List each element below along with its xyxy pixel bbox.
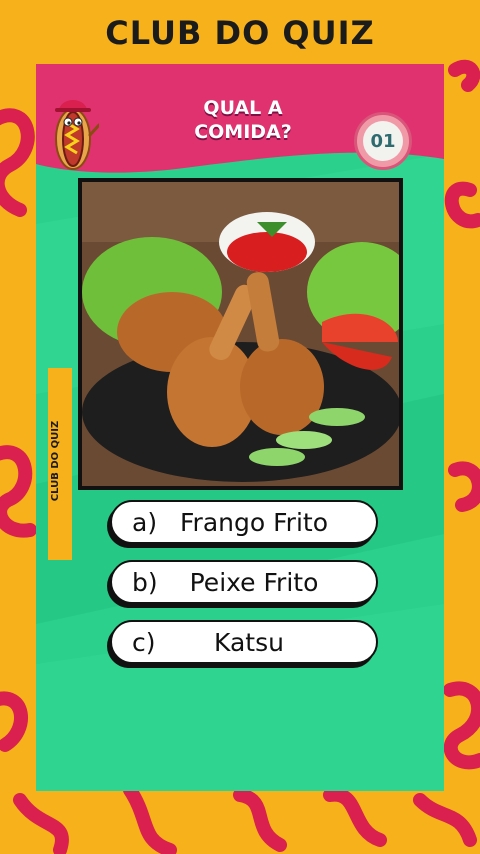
question-line-1: QUAL A [203,97,283,119]
answer-text: Katsu [214,627,284,657]
brand-title: CLUB DO QUIZ [105,14,375,52]
question-line-2: COMIDA? [194,121,292,143]
answer-option-c[interactable]: c) Katsu [110,620,378,664]
question-counter: 01 [354,112,412,170]
answer-text: Frango Frito [180,507,328,537]
answer-text: Peixe Frito [189,567,319,597]
question-number: 01 [363,121,403,161]
question-title: QUAL A COMIDA? [168,96,318,144]
side-label: CLUB DO QUIZ [50,420,61,502]
hotdog-mascot-icon [55,100,99,170]
answer-option-a[interactable]: a) Frango Frito [110,500,378,544]
fried-chicken-image [82,182,399,486]
answer-option-b[interactable]: b) Peixe Frito [110,560,378,604]
food-photo [78,178,403,490]
